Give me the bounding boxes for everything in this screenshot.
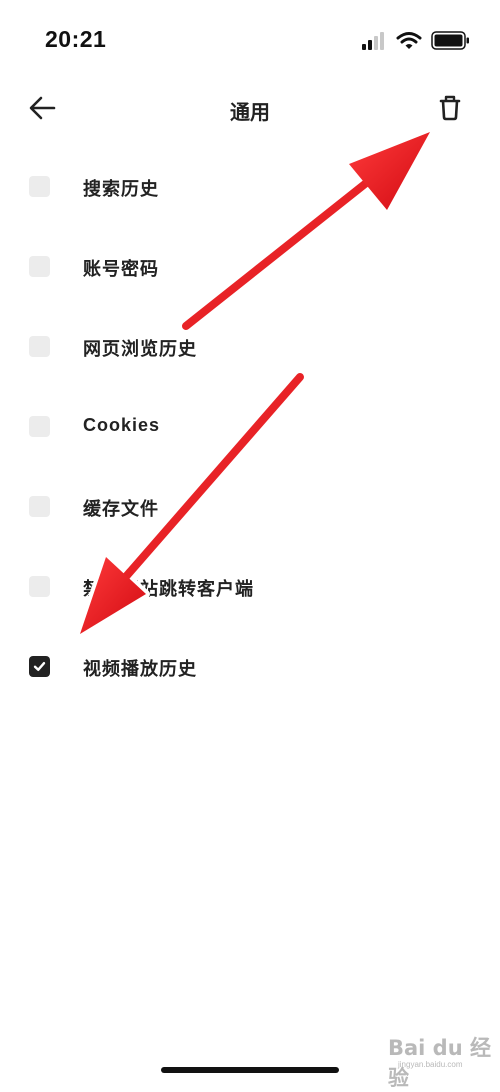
- item-label: 搜索历史: [83, 179, 159, 199]
- nav-bar: 通用: [0, 80, 500, 136]
- item-label: Cookies: [83, 415, 161, 435]
- status-icons: [362, 30, 472, 52]
- item-label: 视频播放历史: [83, 659, 197, 679]
- list-item-block-app-redirect[interactable]: 禁止网站跳转客户端: [0, 546, 500, 626]
- delete-button[interactable]: [435, 92, 465, 124]
- status-time: 20:21: [45, 26, 107, 52]
- item-label: 网页浏览历史: [83, 339, 197, 359]
- home-indicator[interactable]: [161, 1067, 339, 1073]
- trash-icon: [439, 95, 461, 121]
- list-item-cookies[interactable]: Cookies: [0, 386, 500, 466]
- item-label: 账号密码: [83, 259, 159, 279]
- checkbox-unchecked[interactable]: [29, 176, 50, 197]
- watermark-url: jingyan.baidu.com: [398, 1060, 463, 1069]
- checkbox-unchecked[interactable]: [29, 416, 50, 437]
- list-item-browsing-history[interactable]: 网页浏览历史: [0, 306, 500, 386]
- item-label: 缓存文件: [83, 499, 159, 519]
- signal-icon: [362, 32, 384, 50]
- list-item-search-history[interactable]: 搜索历史: [0, 146, 500, 226]
- checkbox-unchecked[interactable]: [29, 336, 50, 357]
- baidu-jingyan-watermark: Bai du 经验 jingyan.baidu.com: [380, 1030, 495, 1090]
- clear-options-list: 搜索历史 账号密码 网页浏览历史 Cookies 缓存文件 禁止网站跳转客户端 …: [0, 146, 500, 706]
- status-bar: 20:21: [0, 0, 500, 80]
- battery-icon: [431, 31, 469, 50]
- checkbox-unchecked[interactable]: [29, 576, 50, 597]
- list-item-account-password[interactable]: 账号密码: [0, 226, 500, 306]
- checkbox-checked[interactable]: [29, 656, 50, 677]
- checkbox-unchecked[interactable]: [29, 256, 50, 277]
- page-title: 通用: [230, 102, 270, 124]
- checkmark-icon: [33, 662, 46, 671]
- list-item-video-history[interactable]: 视频播放历史: [0, 626, 500, 706]
- list-item-cache-files[interactable]: 缓存文件: [0, 466, 500, 546]
- checkbox-unchecked[interactable]: [29, 496, 50, 517]
- wifi-icon: [396, 32, 422, 49]
- item-label: 禁止网站跳转客户端: [83, 579, 254, 599]
